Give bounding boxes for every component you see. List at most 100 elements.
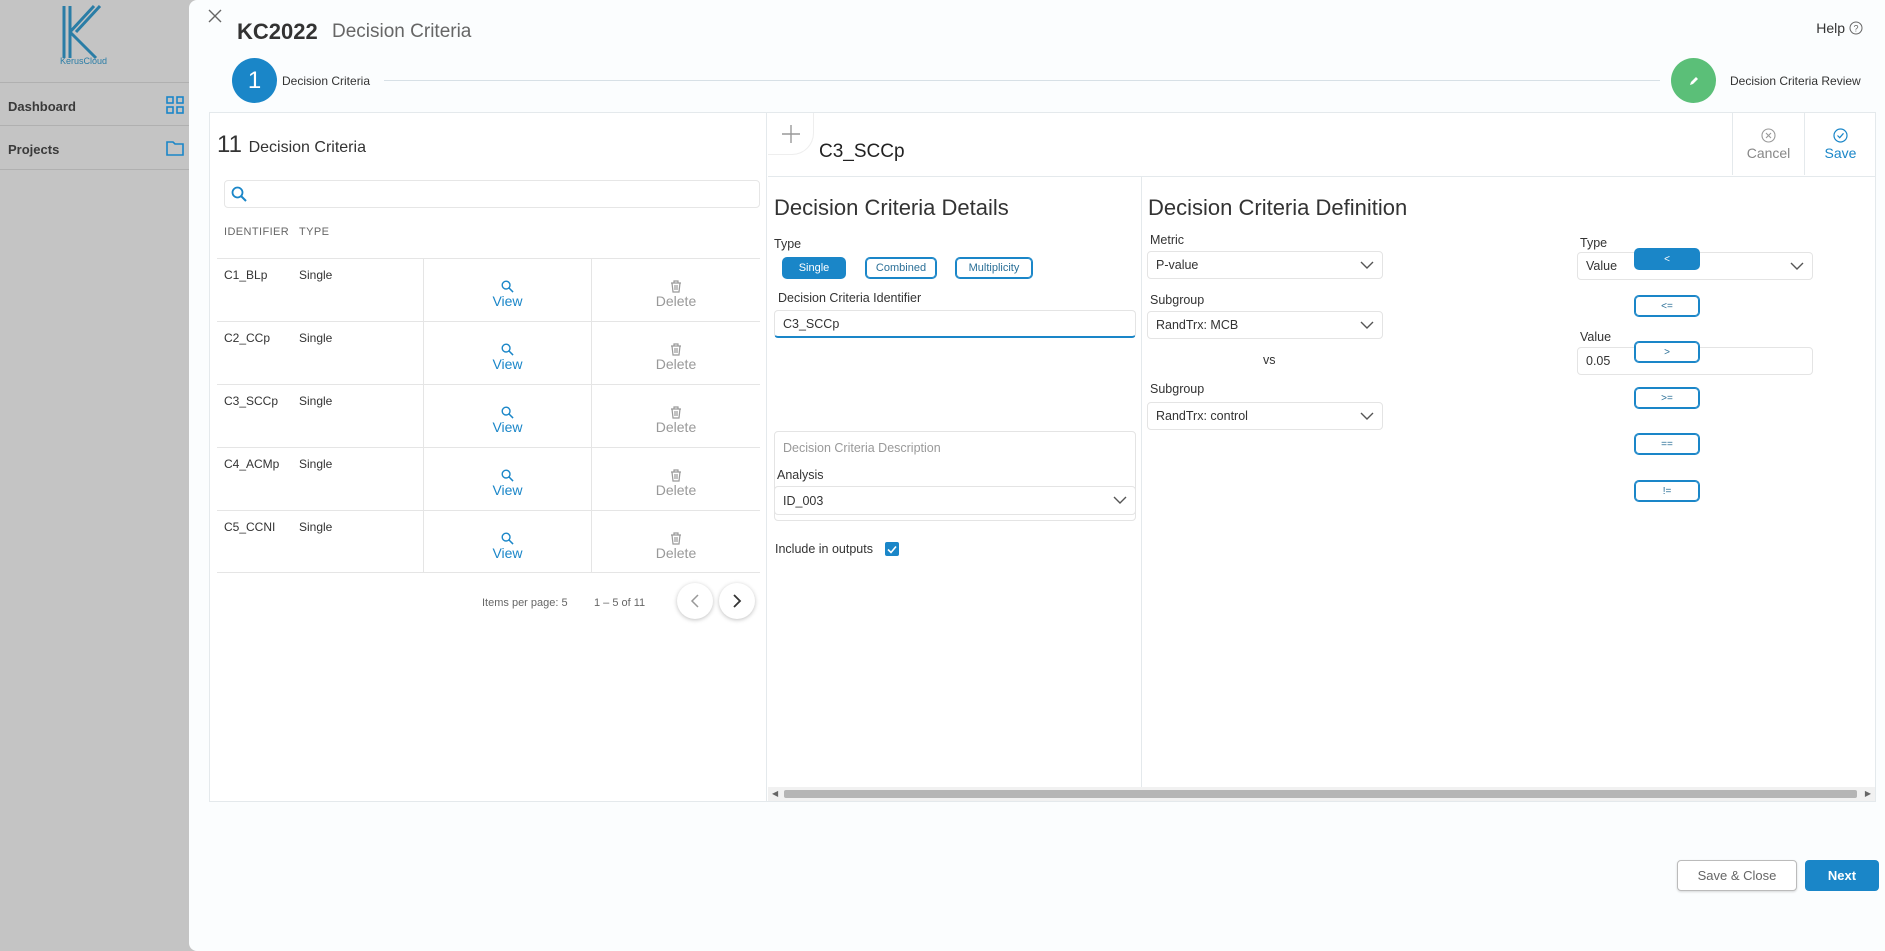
nav-item-dashboard: Dashboard	[0, 82, 190, 126]
view-button[interactable]: View	[423, 259, 591, 321]
type-multiplicity-button[interactable]: Multiplicity	[955, 257, 1033, 279]
main-panel: 11 Decision Criteria IDENTIFIER TYPE C1_…	[209, 112, 1876, 802]
operator-eq-button[interactable]: ==	[1634, 433, 1700, 455]
delete-button[interactable]: Delete	[591, 322, 760, 384]
chevron-down-icon	[1360, 261, 1374, 269]
step-1-label: Decision Criteria	[282, 74, 379, 88]
delete-label: Delete	[655, 544, 697, 561]
help-label: Help	[1816, 20, 1845, 36]
row-type: Single	[299, 457, 333, 471]
trash-icon	[671, 405, 681, 419]
search-icon	[501, 469, 514, 482]
nav-label: Projects	[8, 142, 60, 157]
svg-text:?: ?	[1853, 24, 1858, 34]
view-label: View	[492, 481, 523, 498]
logo-text: KerusCloud	[60, 56, 108, 66]
row-identifier: C5_CCNI	[224, 520, 276, 534]
delete-label: Delete	[655, 355, 697, 372]
chevron-right-icon	[733, 594, 742, 608]
scroll-left-icon[interactable]: ◀	[772, 789, 778, 798]
metric-label: Metric	[1150, 233, 1185, 247]
scrollbar-thumb[interactable]	[784, 790, 1857, 798]
definition-title: Decision Criteria Definition	[1148, 195, 1408, 220]
next-button[interactable]: Next	[1805, 860, 1879, 891]
operator-neq-button[interactable]: !=	[1634, 480, 1700, 502]
identifier-label: Decision Criteria Identifier	[778, 291, 922, 305]
view-button[interactable]: View	[423, 511, 591, 573]
next-page-button[interactable]	[719, 583, 755, 619]
row-identifier: C2_CCp	[224, 331, 271, 345]
add-criteria-button[interactable]	[768, 113, 814, 155]
operator-gte-button[interactable]: >=	[1634, 387, 1700, 409]
row-identifier: C4_ACMp	[224, 457, 280, 471]
help-link[interactable]: Help ?	[1816, 20, 1863, 36]
background-app-sidebar: KerusCloud Dashboard Projects	[0, 0, 200, 951]
chevron-down-icon	[1360, 321, 1374, 329]
subgroup-2-select[interactable]: RandTrx: control	[1147, 402, 1383, 430]
cancel-circle-icon	[1761, 127, 1776, 143]
table-row: C1_BLp Single View Delete	[217, 258, 760, 321]
identifier-input[interactable]: C3_SCCp	[774, 310, 1136, 338]
trash-icon	[671, 279, 681, 293]
metric-value: P-value	[1156, 258, 1199, 272]
chevron-down-icon	[1360, 412, 1374, 420]
operator-lte-button[interactable]: <=	[1634, 295, 1700, 317]
view-button[interactable]: View	[423, 448, 591, 510]
value-type-value: Value	[1586, 259, 1618, 273]
delete-label: Delete	[655, 292, 697, 309]
delete-label: Delete	[655, 418, 697, 435]
trash-icon	[671, 342, 681, 356]
type-single-button[interactable]: Single	[782, 257, 846, 279]
view-button[interactable]: View	[423, 385, 591, 447]
delete-button[interactable]: Delete	[591, 511, 760, 573]
step-2-indicator[interactable]	[1671, 58, 1716, 103]
project-id: KC2022	[237, 19, 318, 44]
save-and-close-button[interactable]: Save & Close	[1677, 860, 1797, 891]
decision-criteria-modal: KC2022 Decision Criteria Help ? 1 Decisi…	[189, 0, 1885, 951]
criteria-details-section: Decision Criteria Details Type Single Co…	[768, 176, 1142, 789]
metric-select[interactable]: P-value	[1147, 251, 1383, 279]
operator-gt-button[interactable]: >	[1634, 341, 1700, 363]
page-range: 1 – 5 of 11	[594, 597, 646, 609]
criteria-count: 11 Decision Criteria	[217, 131, 366, 159]
delete-button[interactable]: Delete	[591, 259, 760, 321]
search-input[interactable]	[224, 180, 760, 208]
nav-label: Dashboard	[8, 99, 76, 114]
nav-item-projects: Projects	[0, 126, 190, 170]
folder-icon	[166, 141, 184, 156]
scroll-right-icon[interactable]: ▶	[1865, 789, 1871, 798]
horizontal-scrollbar[interactable]: ◀ ▶	[768, 787, 1875, 801]
view-label: View	[492, 292, 523, 309]
help-icon: ?	[1849, 21, 1863, 35]
stepper-line	[384, 80, 1660, 81]
delete-button[interactable]: Delete	[591, 448, 760, 510]
subgroup-1-select[interactable]: RandTrx: MCB	[1147, 311, 1383, 339]
previous-page-button[interactable]	[677, 583, 713, 619]
row-identifier: C1_BLp	[224, 268, 268, 282]
search-icon	[501, 343, 514, 356]
operator-lt-button[interactable]: <	[1634, 248, 1700, 270]
row-type: Single	[299, 520, 333, 534]
analysis-select[interactable]: ID_003	[774, 486, 1136, 515]
cancel-label: Cancel	[1746, 144, 1791, 161]
include-outputs-checkbox[interactable]	[885, 542, 899, 556]
search-icon	[231, 186, 247, 202]
subgroup-2-label: Subgroup	[1150, 382, 1205, 396]
count-label: Decision Criteria	[248, 139, 366, 156]
view-label: View	[492, 355, 523, 372]
table-row: C5_CCNI Single View Delete	[217, 510, 760, 573]
chevron-left-icon	[690, 594, 699, 608]
column-header-identifier: IDENTIFIER	[224, 226, 290, 238]
type-label: Type	[774, 237, 802, 251]
delete-button[interactable]: Delete	[591, 385, 760, 447]
cancel-button[interactable]: Cancel	[1732, 113, 1804, 175]
view-button[interactable]: View	[423, 322, 591, 384]
type-combined-button[interactable]: Combined	[865, 257, 937, 279]
step-1-indicator[interactable]: 1	[232, 58, 277, 103]
close-icon[interactable]	[205, 6, 225, 26]
save-button[interactable]: Save	[1804, 113, 1876, 175]
view-label: View	[492, 544, 523, 561]
subgroup-1-label: Subgroup	[1150, 293, 1205, 307]
page-title: Decision Criteria	[332, 21, 472, 42]
search-icon	[501, 280, 514, 293]
